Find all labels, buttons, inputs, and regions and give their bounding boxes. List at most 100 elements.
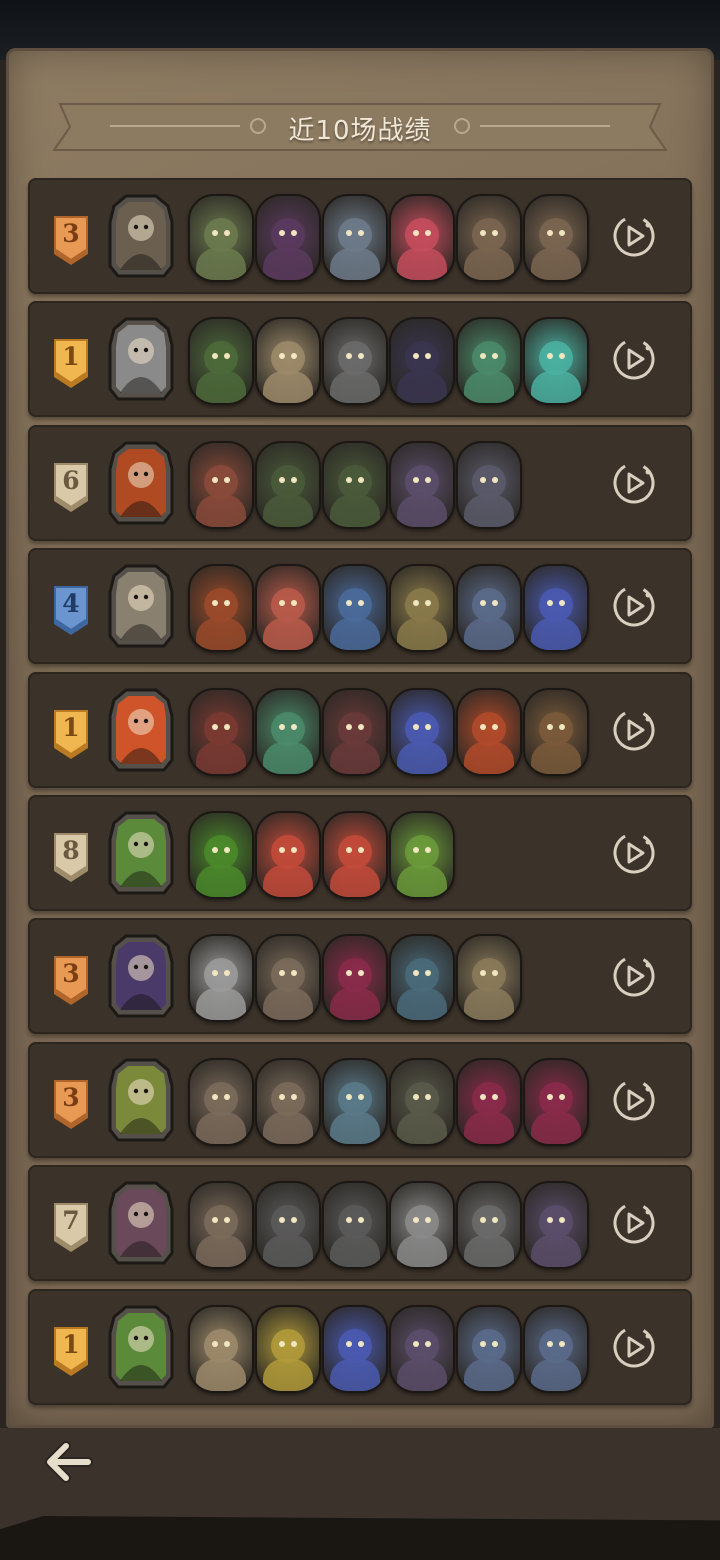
mad-scientist-icon[interactable] — [188, 934, 254, 1022]
match-row[interactable]: 1 — [28, 301, 692, 417]
hooded-lich-icon[interactable] — [322, 441, 388, 529]
replay-button[interactable] — [612, 584, 656, 628]
replay-button[interactable] — [612, 461, 656, 505]
clock-golem-icon[interactable] — [456, 934, 522, 1022]
blue-sorceress-icon[interactable] — [322, 1305, 388, 1393]
match-row[interactable]: 7 — [28, 1165, 692, 1281]
rocket-barrage-icon[interactable] — [188, 1181, 254, 1269]
match-row[interactable]: 1 — [28, 1289, 692, 1405]
replay-button[interactable] — [612, 1078, 656, 1122]
blue-sorceress-icon[interactable] — [523, 564, 589, 652]
red-dragon-icon[interactable] — [188, 564, 254, 652]
blue-sorceress-icon[interactable] — [389, 688, 455, 776]
witch-doctor-icon[interactable] — [255, 194, 321, 282]
grinning-imp-icon[interactable] — [255, 811, 321, 899]
match-row[interactable]: 3 — [28, 1042, 692, 1158]
ghost-lady-icon[interactable] — [523, 317, 589, 405]
bat-dragon-icon[interactable] — [188, 317, 254, 405]
unit-face-shape — [204, 958, 238, 992]
pirate-ship-icon[interactable] — [389, 934, 455, 1022]
bear-pirate-icon[interactable] — [456, 194, 522, 282]
fire-ogre-icon[interactable] — [188, 441, 254, 529]
grinning-demon-icon[interactable] — [255, 441, 321, 529]
horned-shaman-icon[interactable] — [322, 317, 388, 405]
harlequin-icon[interactable] — [322, 688, 388, 776]
barbarian-icon[interactable] — [389, 564, 455, 652]
back-button[interactable] — [44, 1440, 94, 1484]
unit-face-shape — [472, 1082, 506, 1116]
unit-body-shape — [531, 371, 581, 403]
toxic-dragon-icon[interactable] — [188, 811, 254, 899]
replay-button[interactable] — [612, 337, 656, 381]
red-hair-girl-icon[interactable] — [255, 564, 321, 652]
dwarf-king-icon[interactable] — [456, 1305, 522, 1393]
match-row[interactable]: 4 — [28, 548, 692, 664]
moss-beast-portrait[interactable] — [106, 1056, 176, 1144]
diving-bell-icon[interactable] — [456, 1181, 522, 1269]
jester-icon[interactable] — [322, 934, 388, 1022]
rat-rogue-icon[interactable] — [389, 1305, 455, 1393]
dark-mage-icon[interactable] — [389, 317, 455, 405]
replay-button[interactable] — [612, 1325, 656, 1369]
sprout-kid-icon[interactable] — [389, 811, 455, 899]
jester-icon[interactable] — [523, 1058, 589, 1146]
flamingo-icon[interactable] — [389, 194, 455, 282]
unit-body-shape — [397, 1359, 447, 1391]
match-row[interactable]: 8 — [28, 795, 692, 911]
cowboy-icon[interactable] — [523, 688, 589, 776]
cannon-icon[interactable] — [389, 1181, 455, 1269]
flame-elemental-portrait[interactable] — [106, 686, 176, 774]
bone-beast-icon[interactable] — [188, 1305, 254, 1393]
unit-body-shape — [196, 742, 246, 774]
dwarf-king-icon[interactable] — [523, 1305, 589, 1393]
match-row[interactable]: 3 — [28, 178, 692, 294]
gunslinger-portrait[interactable] — [106, 192, 176, 280]
replay-button[interactable] — [612, 831, 656, 875]
frog-king-portrait[interactable] — [106, 1303, 176, 1391]
goblin-priest-icon[interactable] — [255, 688, 321, 776]
fire-demon-portrait[interactable] — [106, 439, 176, 527]
replay-button[interactable] — [612, 708, 656, 752]
rat-rogue-icon[interactable] — [523, 1181, 589, 1269]
steam-tank-icon[interactable] — [322, 1181, 388, 1269]
blue-lizard-icon[interactable] — [322, 564, 388, 652]
witch-icon[interactable] — [389, 1058, 455, 1146]
match-row[interactable]: 3 — [28, 918, 692, 1034]
unit-body-shape — [196, 988, 246, 1020]
replay-button[interactable] — [612, 954, 656, 998]
rank-number: 1 — [62, 713, 80, 742]
grinning-imp-icon[interactable] — [322, 811, 388, 899]
unit-eye-shape — [279, 1094, 285, 1100]
match-row[interactable]: 6 — [28, 425, 692, 541]
unit-face-shape — [204, 1082, 238, 1116]
rocket-barrage-icon[interactable] — [255, 1058, 321, 1146]
old-wizard-portrait[interactable] — [106, 315, 176, 403]
replay-button[interactable] — [612, 214, 656, 258]
unit-face-shape — [338, 835, 372, 869]
octopus-knight-icon[interactable] — [456, 441, 522, 529]
unit-face-shape — [204, 465, 238, 499]
assassin-icon[interactable] — [188, 688, 254, 776]
replay-button[interactable] — [612, 1201, 656, 1245]
rocket-barrage-icon[interactable] — [255, 934, 321, 1022]
dwarf-king-icon[interactable] — [456, 564, 522, 652]
jester-icon[interactable] — [456, 1058, 522, 1146]
gnome-tinker-portrait[interactable] — [106, 1179, 176, 1267]
skeleton-king-portrait[interactable] — [106, 562, 176, 650]
robot-icon[interactable] — [322, 1058, 388, 1146]
stone-golem-icon[interactable] — [188, 194, 254, 282]
rocket-barrage-icon[interactable] — [188, 1058, 254, 1146]
vampire-lord-portrait[interactable] — [106, 932, 176, 1020]
match-row[interactable]: 1 — [28, 672, 692, 788]
rat-rogue-icon[interactable] — [389, 441, 455, 529]
unit-face-shape — [472, 465, 506, 499]
goblin-priest-icon[interactable] — [456, 317, 522, 405]
steam-tank-icon[interactable] — [255, 1181, 321, 1269]
bone-beast-icon[interactable] — [255, 317, 321, 405]
bear-pirate-icon[interactable] — [523, 194, 589, 282]
frog-king-portrait[interactable] — [106, 809, 176, 897]
star-boy-icon[interactable] — [255, 1305, 321, 1393]
hippo-brute-icon[interactable] — [322, 194, 388, 282]
fire-mage-icon[interactable] — [456, 688, 522, 776]
unit-face-shape — [338, 958, 372, 992]
